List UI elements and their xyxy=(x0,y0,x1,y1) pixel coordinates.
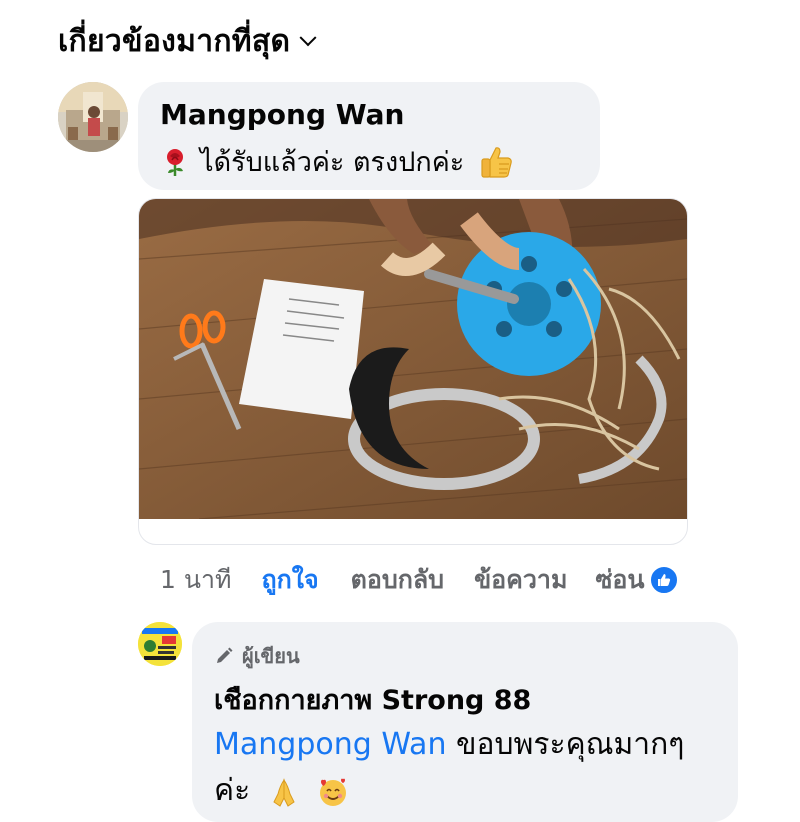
message-button[interactable]: ข้อความ xyxy=(474,560,567,600)
folded-hands-emoji xyxy=(273,777,295,807)
mention-link[interactable]: Mangpong Wan xyxy=(214,727,446,762)
product-photo xyxy=(139,199,687,519)
sort-dropdown[interactable]: เกี่ยวข้องมากที่สุด xyxy=(58,18,317,65)
avatar[interactable] xyxy=(58,82,128,152)
comment-bubble: Mangpong Wan ได้รับแล้วค่ะ ตรงปกค่ะ xyxy=(138,82,600,190)
like-button[interactable]: ถูกใจ xyxy=(261,560,318,600)
comment-author[interactable]: Mangpong Wan xyxy=(160,98,404,131)
sort-label: เกี่ยวข้องมากที่สุด xyxy=(58,24,291,59)
attached-photo[interactable] xyxy=(138,198,688,545)
chevron-down-icon xyxy=(299,28,317,46)
reply-text: Mangpong Wan ขอบพระคุณมากๆ ค่ะ xyxy=(214,722,724,814)
comment-body: ได้รับแล้วค่ะ ตรงปกค่ะ xyxy=(200,147,465,178)
reply-author[interactable]: เชือกกายภาพ Strong 88 xyxy=(214,678,531,721)
comment-actions: 1 นาที ถูกใจ ตอบกลับ ข้อความ ซ่อน xyxy=(160,560,679,600)
author-badge: ผู้เขียน xyxy=(214,640,300,672)
like-reaction-icon[interactable] xyxy=(648,565,679,595)
comment-text: ได้รับแล้วค่ะ ตรงปกค่ะ xyxy=(160,140,514,183)
reply-bubble: ผู้เขียน เชือกกายภาพ Strong 88 Mangpong … xyxy=(192,622,738,822)
pencil-icon xyxy=(217,647,233,663)
author-badge-label: ผู้เขียน xyxy=(242,644,300,668)
rose-emoji xyxy=(167,148,183,176)
thumbs-up-emoji xyxy=(481,146,513,178)
reply-button[interactable]: ตอบกลับ xyxy=(351,560,444,600)
comment-time: 1 นาที xyxy=(160,565,232,594)
page-avatar[interactable] xyxy=(138,622,182,666)
smiling-face-with-hearts-emoji xyxy=(320,778,347,806)
hide-button[interactable]: ซ่อน xyxy=(595,560,644,600)
